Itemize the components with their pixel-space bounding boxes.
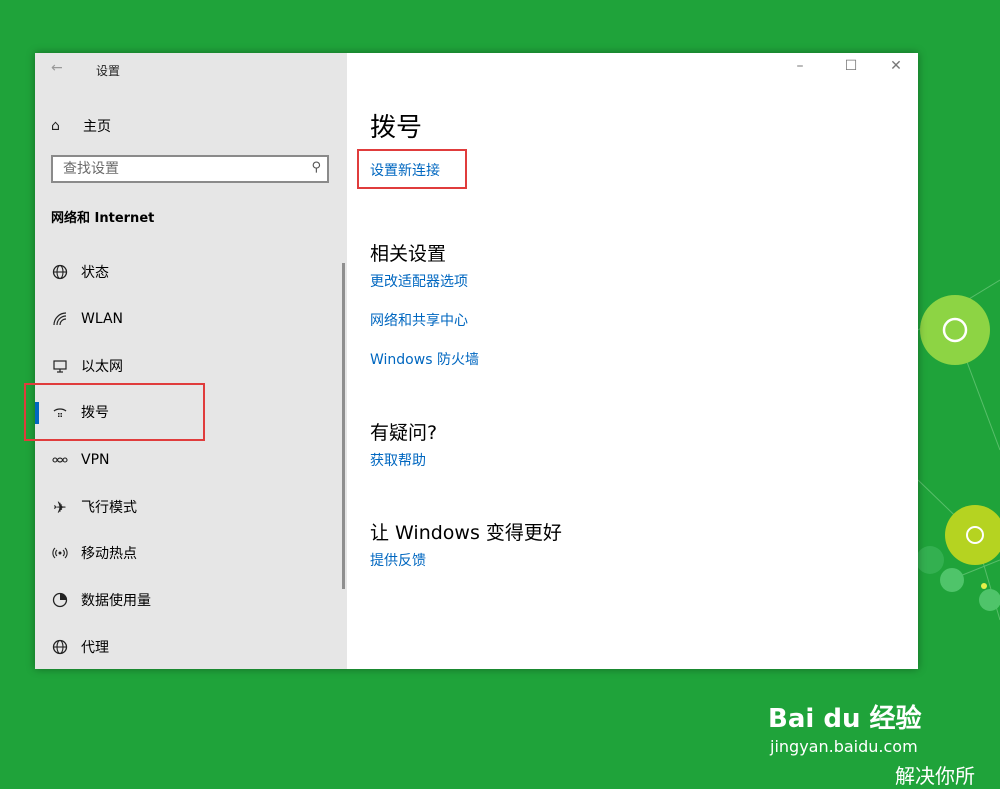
sidebar-item-label: 移动热点 (81, 546, 137, 562)
search-input[interactable] (53, 157, 303, 181)
globe-status-icon (51, 263, 69, 281)
question-title: 有疑问? (370, 422, 438, 444)
baidu-url-text: jingyan.baidu.com (770, 737, 918, 756)
sidebar-item-hotspot[interactable]: 移动热点 (35, 533, 347, 573)
content-pane: – ☐ ✕ 拨号 设置新连接 相关设置 更改适配器选项 网络和共享中心 Wind… (347, 53, 918, 669)
baidu-logo-text: Bai du 经验 (768, 704, 922, 734)
sidebar-item-home[interactable]: ⌂ 主页 (51, 114, 111, 138)
section-title: 网络和 Internet (51, 211, 155, 226)
give-feedback-link[interactable]: 提供反馈 (370, 550, 426, 570)
adapter-options-link[interactable]: 更改适配器选项 (370, 271, 468, 291)
sidebar-item-label: 数据使用量 (81, 593, 151, 609)
proxy-globe-icon (51, 638, 69, 656)
wifi-icon (51, 310, 69, 328)
dialup-icon (51, 403, 69, 421)
sidebar-item-label: VPN (81, 452, 110, 468)
related-settings-title: 相关设置 (370, 243, 447, 265)
sidebar-item-label: 飞行模式 (81, 500, 137, 516)
sidebar-item-label: 拨号 (81, 405, 109, 421)
sidebar-item-dialup[interactable]: 拨号 (35, 392, 347, 432)
get-help-link[interactable]: 获取帮助 (370, 450, 426, 470)
windows-firewall-link[interactable]: Windows 防火墙 (370, 349, 479, 369)
app-title: 设置 (96, 64, 121, 78)
baidu-tagline: 解决你所 (895, 764, 975, 788)
home-label: 主页 (83, 119, 111, 135)
sidebar-item-label: WLAN (81, 311, 124, 327)
settings-window: ← 设置 ⌂ 主页 ⚲ 网络和 Internet 状态 WLAN (24, 53, 918, 669)
hotspot-icon (51, 544, 69, 562)
sidebar-item-label: 代理 (81, 640, 109, 656)
airplane-icon: ✈ (53, 497, 67, 517)
sidebar-item-airplane-mode[interactable]: ✈ 飞行模式 (35, 487, 347, 527)
sidebar-item-vpn[interactable]: VPN (35, 440, 347, 480)
sidebar-item-proxy[interactable]: 代理 (35, 627, 347, 667)
vpn-icon (51, 451, 69, 469)
sidebar-item-data-usage[interactable]: 数据使用量 (35, 580, 347, 620)
ethernet-icon (51, 357, 69, 375)
improve-windows-title: 让 Windows 变得更好 (370, 522, 562, 544)
setup-new-connection-link[interactable]: 设置新连接 (370, 160, 440, 180)
search-box[interactable]: ⚲ (51, 155, 329, 183)
sidebar-item-label: 以太网 (81, 359, 123, 375)
network-sharing-center-link[interactable]: 网络和共享中心 (370, 310, 468, 330)
home-icon: ⌂ (51, 118, 60, 134)
title-bar: ← 设置 (35, 53, 347, 85)
maximize-button[interactable]: ☐ (841, 58, 861, 74)
sidebar-item-ethernet[interactable]: 以太网 (35, 346, 347, 386)
sidebar: ← 设置 ⌂ 主页 ⚲ 网络和 Internet 状态 WLAN (24, 53, 347, 669)
sidebar-scrollbar[interactable] (342, 263, 345, 589)
sidebar-item-wlan[interactable]: WLAN (35, 299, 347, 339)
close-button[interactable]: ✕ (886, 58, 906, 74)
page-title: 拨号 (370, 113, 423, 143)
data-usage-icon (51, 591, 69, 609)
sidebar-item-label: 状态 (81, 265, 109, 281)
minimize-button[interactable]: – (790, 58, 810, 74)
sidebar-item-status[interactable]: 状态 (35, 252, 347, 292)
back-arrow-icon[interactable]: ← (51, 60, 63, 76)
search-icon[interactable]: ⚲ (311, 160, 321, 175)
